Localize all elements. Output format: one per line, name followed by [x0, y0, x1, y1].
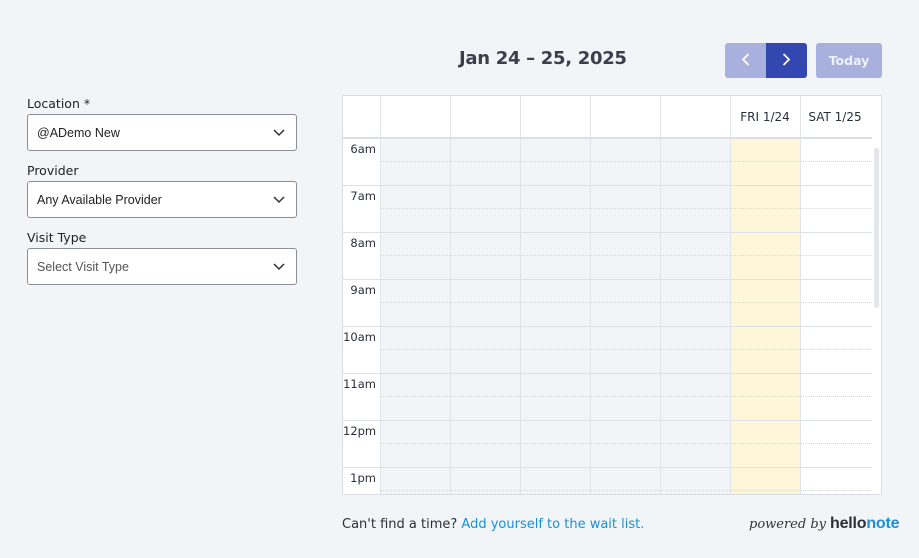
half-hour-gridline — [380, 443, 872, 444]
hour-gridline — [343, 185, 872, 186]
chevron-down-icon — [272, 260, 286, 274]
time-label: 8am — [350, 236, 376, 250]
calendar-body: 6am 7am 8am 9am 10am 11am 12pm 1pm — [343, 138, 872, 494]
half-hour-gridline — [380, 349, 872, 350]
day-header: FRI 1/24 — [740, 110, 790, 124]
provider-field: Provider Any Available Provider — [27, 163, 297, 218]
brand-hello: hello — [830, 515, 867, 532]
visit-type-placeholder: Select Visit Type — [37, 259, 129, 274]
day-header — [520, 96, 590, 138]
half-hour-gridline — [380, 302, 872, 303]
wait-list-link[interactable]: Add yourself to the wait list. — [461, 517, 644, 532]
day-column — [660, 138, 730, 494]
day-column — [520, 138, 590, 494]
time-label: 9am — [350, 283, 376, 297]
day-column — [380, 138, 450, 494]
day-header — [660, 96, 730, 138]
day-column[interactable] — [800, 138, 870, 494]
time-label: 1pm — [350, 471, 376, 485]
powered-by-text: powered by — [749, 517, 826, 532]
location-select[interactable]: @ADemo New — [27, 114, 297, 151]
appointment-filter-form: Location * @ADemo New Provider Any Avail… — [27, 96, 297, 297]
time-label: 6am — [350, 142, 376, 156]
half-hour-gridline — [380, 490, 872, 491]
next-week-button[interactable] — [766, 43, 807, 78]
day-header — [380, 96, 450, 138]
hour-gridline — [343, 467, 872, 468]
half-hour-gridline — [380, 208, 872, 209]
hellonote-logo: hellonote — [830, 515, 900, 533]
calendar-scrollbar[interactable] — [874, 148, 879, 308]
location-value: @ADemo New — [37, 125, 120, 140]
half-hour-gridline — [380, 396, 872, 397]
location-field: Location * @ADemo New — [27, 96, 297, 151]
hour-gridline — [343, 232, 872, 233]
visit-type-label: Visit Type — [27, 230, 87, 245]
brand-note: note — [866, 515, 900, 532]
today-button[interactable]: Today — [816, 43, 882, 78]
wait-list-prompt: Can't find a time? Add yourself to the w… — [342, 517, 644, 532]
chevron-right-icon — [782, 51, 791, 70]
provider-value: Any Available Provider — [37, 192, 162, 207]
provider-label: Provider — [27, 163, 79, 178]
hour-gridline — [343, 420, 872, 421]
day-header — [450, 96, 520, 138]
half-hour-gridline — [380, 255, 872, 256]
time-label: 11am — [343, 377, 376, 391]
date-range-title: Jan 24 – 25, 2025 — [459, 48, 627, 69]
hour-gridline — [343, 279, 872, 280]
half-hour-gridline — [380, 161, 872, 162]
visit-type-field: Visit Type Select Visit Type — [27, 230, 297, 285]
time-label: 10am — [343, 330, 376, 344]
location-label: Location * — [27, 96, 91, 111]
week-calendar: 6am 7am 8am 9am 10am 11am 12pm 1pm FRI 1/24 SAT … — [342, 95, 882, 495]
chevron-left-icon — [741, 51, 750, 70]
wait-list-question: Can't find a time? — [342, 517, 458, 532]
time-label: 12pm — [343, 424, 377, 438]
hour-gridline — [343, 138, 872, 139]
powered-by-badge: powered by hellonote — [749, 515, 900, 533]
day-column — [450, 138, 520, 494]
chevron-down-icon — [272, 193, 286, 207]
time-label: 7am — [350, 189, 376, 203]
chevron-down-icon — [272, 126, 286, 140]
day-column — [590, 138, 660, 494]
day-header — [590, 96, 660, 138]
hour-gridline — [343, 326, 872, 327]
day-header: SAT 1/25 — [808, 110, 862, 124]
hour-gridline — [343, 373, 872, 374]
visit-type-select[interactable]: Select Visit Type — [27, 248, 297, 285]
provider-select[interactable]: Any Available Provider — [27, 181, 297, 218]
calendar-header: FRI 1/24 SAT 1/25 — [343, 96, 872, 138]
day-column[interactable] — [730, 138, 800, 494]
previous-week-button[interactable] — [725, 43, 766, 78]
